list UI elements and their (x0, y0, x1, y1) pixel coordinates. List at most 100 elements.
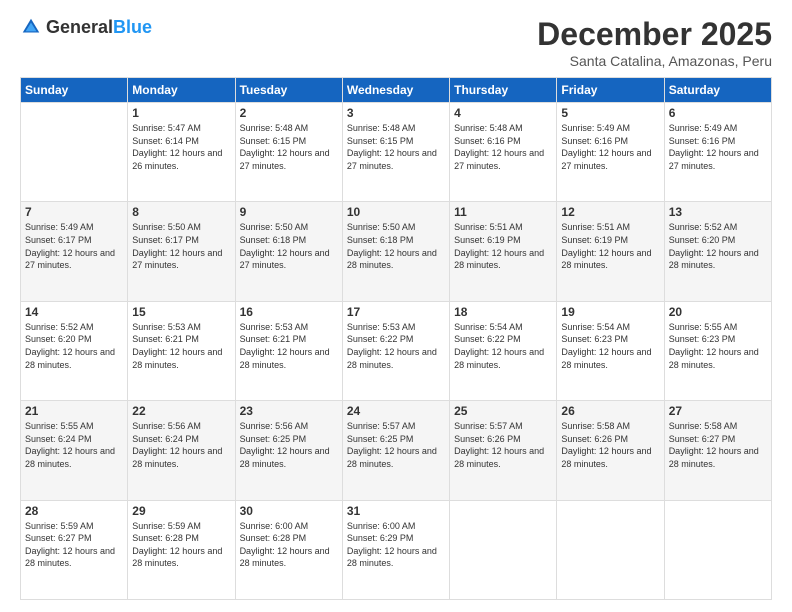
calendar-cell: 2Sunrise: 5:48 AM Sunset: 6:15 PM Daylig… (235, 103, 342, 202)
calendar-cell: 11 Sunrise: 5:51 AM Sunset: 6:19 PM Dayli… (450, 202, 557, 301)
location: Santa Catalina, Amazonas, Peru (537, 53, 772, 69)
calendar-cell: 12 Sunrise: 5:51 AM Sunset: 6:19 PM Dayli… (557, 202, 664, 301)
day-info: Sunrise: 5:52 AM Sunset: 6:20 PM Dayligh… (669, 221, 767, 271)
day-header-tuesday: Tuesday (235, 78, 342, 103)
day-number: 24 (347, 404, 445, 418)
day-info: Sunrise: 6:00 AM Sunset: 6:29 PM Dayligh… (347, 520, 445, 570)
week-row-2: 7Sunrise: 5:49 AM Sunset: 6:17 PM Daylig… (21, 202, 772, 301)
calendar-cell: 19 Sunrise: 5:54 AM Sunset: 6:23 PM Dayli… (557, 301, 664, 400)
day-header-sunday: Sunday (21, 78, 128, 103)
calendar-cell: 21 Sunrise: 5:55 AM Sunset: 6:24 PM Dayli… (21, 401, 128, 500)
calendar-cell: 10 Sunrise: 5:50 AM Sunset: 6:18 PM Dayli… (342, 202, 449, 301)
day-number: 20 (669, 305, 767, 319)
calendar-cell: 24 Sunrise: 5:57 AM Sunset: 6:25 PM Dayli… (342, 401, 449, 500)
logo-icon (20, 16, 42, 38)
day-info: Sunrise: 5:49 AM Sunset: 6:16 PM Dayligh… (561, 122, 659, 172)
calendar-cell: 3 Sunrise: 5:48 AM Sunset: 6:15 PM Daylig… (342, 103, 449, 202)
day-number: 11 (454, 205, 552, 219)
calendar-cell: 25 Sunrise: 5:57 AM Sunset: 6:26 PM Dayli… (450, 401, 557, 500)
calendar-cell: 1 Sunrise: 5:47 AM Sunset: 6:14 PM Daylig… (128, 103, 235, 202)
month-title: December 2025 (537, 16, 772, 53)
day-number: 6 (669, 106, 767, 120)
day-number: 17 (347, 305, 445, 319)
day-info: Sunrise: 5:47 AM Sunset: 6:14 PM Dayligh… (132, 122, 230, 172)
day-number: 14 (25, 305, 123, 319)
day-number: 26 (561, 404, 659, 418)
logo: GeneralBlue (20, 16, 152, 38)
day-info: Sunrise: 5:58 AM Sunset: 6:26 PM Dayligh… (561, 420, 659, 470)
calendar-cell: 29Sunrise: 5:59 AM Sunset: 6:28 PM Dayli… (128, 500, 235, 599)
day-info: Sunrise: 5:54 AM Sunset: 6:22 PM Dayligh… (454, 321, 552, 371)
calendar-cell: 18Sunrise: 5:54 AM Sunset: 6:22 PM Dayli… (450, 301, 557, 400)
calendar-cell: 23Sunrise: 5:56 AM Sunset: 6:25 PM Dayli… (235, 401, 342, 500)
day-info: Sunrise: 5:57 AM Sunset: 6:26 PM Dayligh… (454, 420, 552, 470)
day-number: 21 (25, 404, 123, 418)
day-number: 7 (25, 205, 123, 219)
day-number: 1 (132, 106, 230, 120)
day-number: 13 (669, 205, 767, 219)
calendar-cell: 9Sunrise: 5:50 AM Sunset: 6:18 PM Daylig… (235, 202, 342, 301)
calendar-cell: 17 Sunrise: 5:53 AM Sunset: 6:22 PM Dayli… (342, 301, 449, 400)
calendar-cell: 6Sunrise: 5:49 AM Sunset: 6:16 PM Daylig… (664, 103, 771, 202)
day-info: Sunrise: 5:48 AM Sunset: 6:16 PM Dayligh… (454, 122, 552, 172)
day-number: 28 (25, 504, 123, 518)
logo-general: General (46, 17, 113, 37)
day-info: Sunrise: 5:51 AM Sunset: 6:19 PM Dayligh… (561, 221, 659, 271)
day-header-thursday: Thursday (450, 78, 557, 103)
calendar-cell (664, 500, 771, 599)
day-number: 3 (347, 106, 445, 120)
calendar-cell (557, 500, 664, 599)
day-info: Sunrise: 6:00 AM Sunset: 6:28 PM Dayligh… (240, 520, 338, 570)
calendar-cell: 13 Sunrise: 5:52 AM Sunset: 6:20 PM Dayli… (664, 202, 771, 301)
day-info: Sunrise: 5:59 AM Sunset: 6:27 PM Dayligh… (25, 520, 123, 570)
calendar-cell: 26 Sunrise: 5:58 AM Sunset: 6:26 PM Dayli… (557, 401, 664, 500)
day-number: 25 (454, 404, 552, 418)
day-number: 15 (132, 305, 230, 319)
week-row-4: 21 Sunrise: 5:55 AM Sunset: 6:24 PM Dayli… (21, 401, 772, 500)
calendar-table: SundayMondayTuesdayWednesdayThursdayFrid… (20, 77, 772, 600)
calendar-cell (450, 500, 557, 599)
calendar-cell: 4Sunrise: 5:48 AM Sunset: 6:16 PM Daylig… (450, 103, 557, 202)
week-row-1: 1 Sunrise: 5:47 AM Sunset: 6:14 PM Daylig… (21, 103, 772, 202)
calendar-cell: 15 Sunrise: 5:53 AM Sunset: 6:21 PM Dayli… (128, 301, 235, 400)
calendar-cell: 22Sunrise: 5:56 AM Sunset: 6:24 PM Dayli… (128, 401, 235, 500)
calendar-cell: 14 Sunrise: 5:52 AM Sunset: 6:20 PM Dayli… (21, 301, 128, 400)
day-info: Sunrise: 5:50 AM Sunset: 6:18 PM Dayligh… (347, 221, 445, 271)
day-info: Sunrise: 5:52 AM Sunset: 6:20 PM Dayligh… (25, 321, 123, 371)
day-info: Sunrise: 5:50 AM Sunset: 6:17 PM Dayligh… (132, 221, 230, 271)
calendar: SundayMondayTuesdayWednesdayThursdayFrid… (20, 77, 772, 600)
calendar-cell (21, 103, 128, 202)
day-info: Sunrise: 5:56 AM Sunset: 6:25 PM Dayligh… (240, 420, 338, 470)
calendar-cell: 8 Sunrise: 5:50 AM Sunset: 6:17 PM Daylig… (128, 202, 235, 301)
day-number: 30 (240, 504, 338, 518)
calendar-cell: 28 Sunrise: 5:59 AM Sunset: 6:27 PM Dayli… (21, 500, 128, 599)
day-info: Sunrise: 5:53 AM Sunset: 6:22 PM Dayligh… (347, 321, 445, 371)
day-info: Sunrise: 5:51 AM Sunset: 6:19 PM Dayligh… (454, 221, 552, 271)
day-info: Sunrise: 5:53 AM Sunset: 6:21 PM Dayligh… (240, 321, 338, 371)
logo-blue: Blue (113, 17, 152, 37)
day-info: Sunrise: 5:48 AM Sunset: 6:15 PM Dayligh… (347, 122, 445, 172)
day-number: 12 (561, 205, 659, 219)
calendar-cell: 20Sunrise: 5:55 AM Sunset: 6:23 PM Dayli… (664, 301, 771, 400)
day-header-saturday: Saturday (664, 78, 771, 103)
calendar-cell: 31Sunrise: 6:00 AM Sunset: 6:29 PM Dayli… (342, 500, 449, 599)
day-number: 27 (669, 404, 767, 418)
day-header-friday: Friday (557, 78, 664, 103)
day-number: 2 (240, 106, 338, 120)
day-number: 9 (240, 205, 338, 219)
calendar-cell: 7Sunrise: 5:49 AM Sunset: 6:17 PM Daylig… (21, 202, 128, 301)
header-row: SundayMondayTuesdayWednesdayThursdayFrid… (21, 78, 772, 103)
calendar-cell: 16 Sunrise: 5:53 AM Sunset: 6:21 PM Dayli… (235, 301, 342, 400)
day-info: Sunrise: 5:58 AM Sunset: 6:27 PM Dayligh… (669, 420, 767, 470)
day-info: Sunrise: 5:55 AM Sunset: 6:24 PM Dayligh… (25, 420, 123, 470)
day-number: 10 (347, 205, 445, 219)
day-number: 29 (132, 504, 230, 518)
day-number: 16 (240, 305, 338, 319)
day-number: 19 (561, 305, 659, 319)
day-info: Sunrise: 5:53 AM Sunset: 6:21 PM Dayligh… (132, 321, 230, 371)
day-info: Sunrise: 5:57 AM Sunset: 6:25 PM Dayligh… (347, 420, 445, 470)
day-info: Sunrise: 5:54 AM Sunset: 6:23 PM Dayligh… (561, 321, 659, 371)
page: GeneralBlue December 2025 Santa Catalina… (0, 0, 792, 612)
day-header-monday: Monday (128, 78, 235, 103)
day-number: 8 (132, 205, 230, 219)
